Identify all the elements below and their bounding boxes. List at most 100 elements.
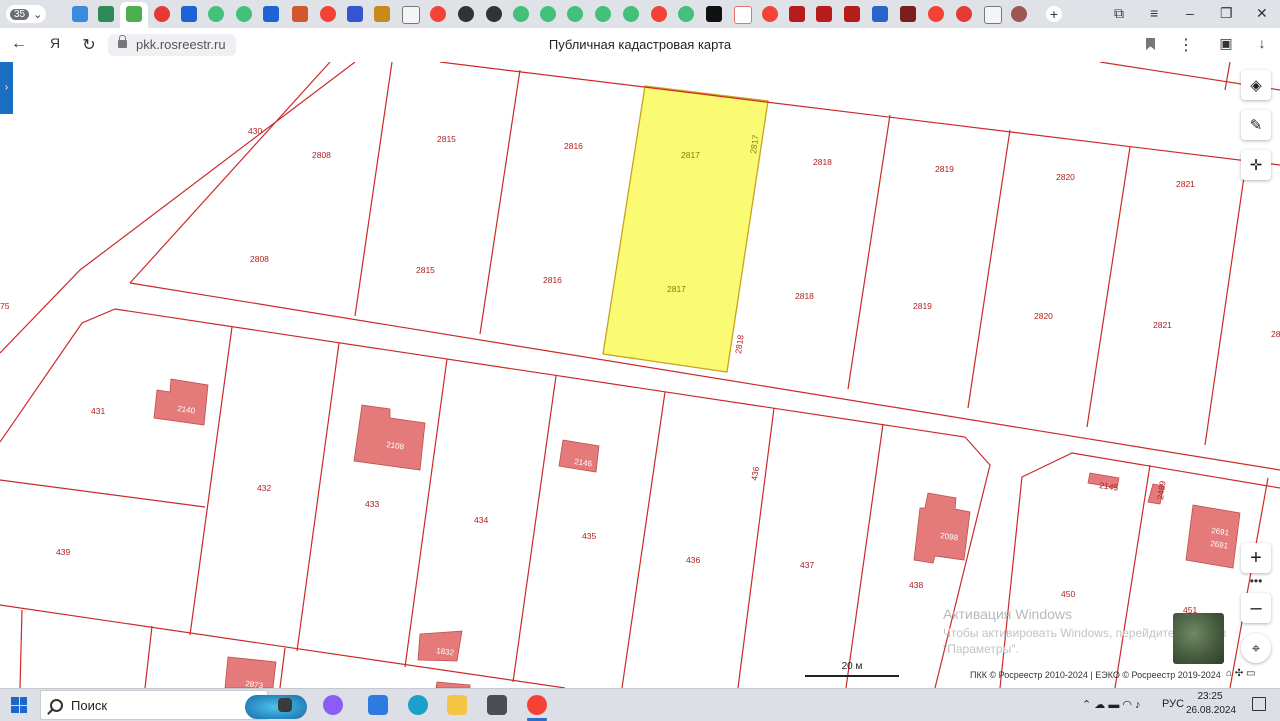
chevron-down-icon: ⌄ [33, 8, 43, 21]
taskbar-search[interactable]: Поиск [40, 690, 307, 720]
building[interactable] [353, 404, 426, 471]
parcel-label: 439 [56, 547, 70, 557]
clock-time[interactable]: 23:25 [1186, 691, 1234, 702]
tab-favicon[interactable] [734, 6, 752, 24]
system-tray-icons[interactable]: ⌃ ☁ ▬ ◠ ♪ [1082, 698, 1141, 711]
tab-favicon[interactable] [72, 6, 88, 22]
attribution-icons[interactable]: ⌂ ✣ ▭ [1226, 668, 1255, 679]
tab-favicon[interactable] [292, 6, 308, 22]
parcel-boundary [621, 391, 666, 688]
tab-favicon[interactable] [458, 6, 474, 22]
tab-favicon[interactable] [956, 6, 972, 22]
parcel-label: 75 [0, 301, 10, 311]
satellite-layer-thumbnail[interactable] [1173, 613, 1224, 664]
locate-icon[interactable]: ✛ [1241, 150, 1271, 180]
parcel-boundary [1086, 146, 1131, 428]
new-tab-icon[interactable]: + [1046, 6, 1062, 22]
tab-favicon[interactable] [872, 6, 888, 22]
notification-icon[interactable] [1252, 697, 1266, 711]
parcel-label: 2808 [312, 150, 331, 160]
parcel-label: 2815 [437, 134, 456, 144]
building[interactable] [153, 378, 209, 426]
parcel-boundary [404, 358, 448, 668]
tab-favicon[interactable] [623, 6, 639, 22]
tab-favicon[interactable] [816, 6, 832, 22]
minimize-icon[interactable]: – [1186, 5, 1194, 21]
tab-manager-icon[interactable]: ⧉ [1114, 5, 1124, 22]
tab-favicon[interactable] [320, 6, 336, 22]
tab-favicon[interactable] [540, 6, 556, 22]
tab-favicon[interactable] [678, 6, 694, 22]
windows-activation-title: Активация Windows [943, 606, 1073, 622]
task-view-icon[interactable] [278, 698, 292, 712]
tab-favicon[interactable] [486, 6, 502, 22]
tab-favicon[interactable] [374, 6, 390, 22]
tab-favicon[interactable] [762, 6, 778, 22]
tab-favicon[interactable] [928, 6, 944, 22]
zoom-in-button[interactable]: + [1241, 543, 1271, 573]
tab-favicon[interactable] [789, 6, 805, 22]
parcel-label: 2816 [564, 141, 583, 151]
tab-favicon[interactable] [208, 6, 224, 22]
alice-icon[interactable] [323, 695, 343, 715]
zoom-out-button[interactable]: – [1241, 593, 1271, 623]
edge-icon[interactable] [408, 695, 428, 715]
clock-date[interactable]: 26.08.2024 [1186, 705, 1236, 716]
tab-favicon[interactable] [98, 6, 114, 22]
building-label: 2873 [245, 679, 264, 688]
tab-favicon[interactable] [347, 6, 363, 22]
tab-favicon[interactable] [844, 6, 860, 22]
building[interactable] [558, 439, 600, 473]
parcel-boundary [737, 407, 775, 688]
tab-favicon[interactable] [236, 6, 252, 22]
yandex-browser-icon[interactable] [527, 695, 547, 715]
map-canvas[interactable]: 430 2808 2808 2815 2815 2816 2816 2818 2… [0, 62, 1280, 688]
tab-favicon[interactable] [1011, 6, 1027, 22]
tab-favicon[interactable] [513, 6, 529, 22]
layers-icon[interactable]: ◈ [1241, 70, 1271, 100]
language-indicator[interactable]: РУС [1162, 698, 1184, 710]
highlighted-parcel-label: 2817 [681, 150, 700, 160]
map-attribution: ПКК © Росреестр 2010-2024 | ЕЭКО © Росре… [970, 670, 1221, 680]
downloads-icon[interactable]: ↓ [1252, 35, 1272, 51]
windows-start-icon[interactable] [11, 697, 27, 713]
tab-favicon[interactable] [900, 6, 916, 22]
parcel-highlighted[interactable] [602, 85, 769, 373]
zoom-dots-icon: ••• [1249, 574, 1263, 588]
collections-icon[interactable]: ▣ [1216, 35, 1236, 52]
parcel-boundary [999, 452, 1280, 688]
scale-line [805, 675, 899, 677]
calculator-icon[interactable] [487, 695, 507, 715]
compass-icon[interactable]: ⌖ [1241, 633, 1271, 663]
parcel-label: 2816 [543, 275, 562, 285]
tab-favicon[interactable] [651, 6, 667, 22]
tab-counter[interactable]: 35 ⌄ [6, 5, 46, 23]
tab-favicon[interactable] [126, 6, 142, 22]
tab-favicon[interactable] [154, 6, 170, 22]
tab-favicon[interactable] [706, 6, 722, 22]
close-icon[interactable]: ✕ [1256, 5, 1268, 22]
tab-favicon[interactable] [984, 6, 1002, 24]
sidebar-toggle-icon[interactable]: › [0, 62, 13, 114]
tab-favicon[interactable] [430, 6, 446, 22]
store-icon[interactable] [368, 695, 388, 715]
tab-favicon[interactable] [402, 6, 420, 24]
tab-favicon[interactable] [181, 6, 197, 22]
ruler-icon[interactable]: ✎ [1241, 110, 1271, 140]
tab-favicon[interactable] [263, 6, 279, 22]
building-label: 2145 [1099, 480, 1119, 493]
parcel-label: 28 [1271, 329, 1280, 339]
restore-icon[interactable]: ❐ [1220, 5, 1233, 22]
building[interactable] [1185, 504, 1241, 569]
building[interactable] [913, 492, 971, 564]
parcel-boundary [1204, 169, 1246, 446]
more-icon[interactable]: ⋮ [1176, 35, 1196, 55]
windows-taskbar: Поиск ⌃ ☁ ▬ ◠ ♪ РУС 23:25 26.08.2024 [0, 688, 1280, 721]
parcel-label: 2808 [250, 254, 269, 264]
tab-favicon[interactable] [567, 6, 583, 22]
tab-favicon[interactable] [595, 6, 611, 22]
menu-icon[interactable]: ≡ [1150, 5, 1158, 21]
parcel-boundary [296, 342, 340, 652]
explorer-icon[interactable] [447, 695, 467, 715]
cadastral-map[interactable]: 430 2808 2808 2815 2815 2816 2816 2818 2… [0, 62, 1280, 688]
